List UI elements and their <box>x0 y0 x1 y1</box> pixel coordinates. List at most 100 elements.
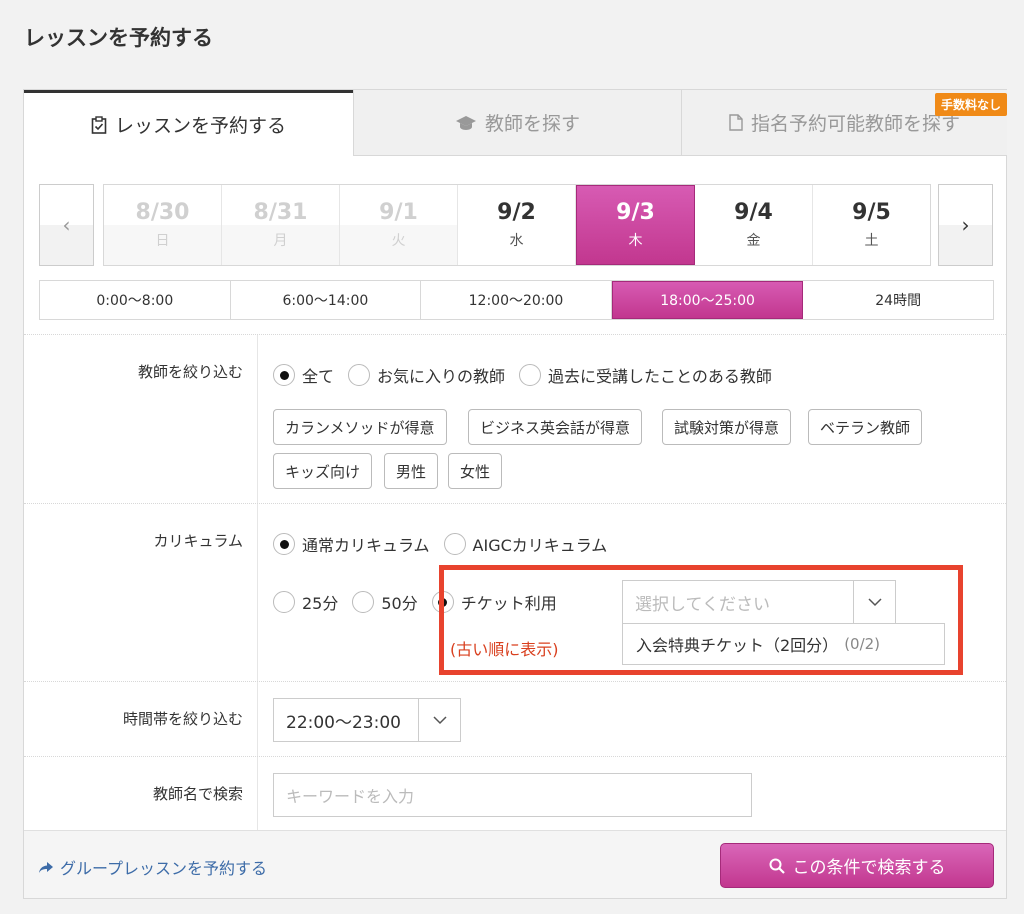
weekday-label: 火 <box>391 233 406 250</box>
clipboard-check-icon <box>91 115 107 134</box>
tab-book-lesson[interactable]: レッスンを予約する <box>24 90 353 156</box>
date-label: 9/4 <box>734 199 773 225</box>
chevron-left-icon: ‹ <box>62 213 71 237</box>
radio-circle <box>273 533 295 555</box>
teacher-filter-radio-label: お気に入りの教師 <box>377 367 506 386</box>
tab-find-teacher-label: 教師を探す <box>484 113 580 135</box>
radio-circle <box>352 591 375 613</box>
teacher-filter-radio[interactable]: お気に入りの教師 <box>348 363 505 387</box>
curriculum-options: 通常カリキュラム AIGCカリキュラム <box>273 532 621 556</box>
order-note: (古い順に表示) <box>450 640 559 659</box>
time-filter-row: 時間帯を絞り込む <box>24 681 1006 756</box>
radio-circle <box>273 364 295 386</box>
curriculum-label: カリキュラム <box>153 532 243 550</box>
ticket-count: (0/2) <box>844 635 881 653</box>
date-label: 8/31 <box>253 199 308 225</box>
weekday-label: 日 <box>155 233 170 250</box>
form-footer: グループレッスンを予約する この条件で検索する <box>24 830 1006 898</box>
graduation-cap-icon <box>455 115 477 131</box>
teacher-name-placeholder: キーワードを入力 <box>286 787 415 806</box>
weekday-label: 水 <box>509 233 524 250</box>
time-filter-select[interactable]: 22:00〜23:00 <box>273 698 461 742</box>
time-filter-label: 時間帯を絞り込む <box>122 710 243 728</box>
duration-radio[interactable]: 25分 <box>273 590 338 614</box>
tab-bar: レッスンを予約する 教師を探す 指名予約可能教師を探す 手数料なし <box>24 90 1007 156</box>
chevron-right-icon: › <box>961 213 970 237</box>
curriculum-radio-label: AIGCカリキュラム <box>472 536 608 555</box>
teacher-filter-radio[interactable]: 全て <box>273 363 334 387</box>
duration-radio-label: 50分 <box>381 594 418 613</box>
time-slot[interactable]: 24時間 <box>803 281 993 319</box>
curriculum-radio-label: 通常カリキュラム <box>302 536 430 555</box>
radio-circle <box>348 364 371 386</box>
next-week-button[interactable]: › <box>938 184 993 266</box>
date-label: 9/1 <box>379 199 418 225</box>
time-slot-selector: 0:00〜8:00 6:00〜14:00 12:00〜20:00 18:00〜25:0… <box>39 280 994 320</box>
time-slot[interactable]: 6:00〜14:00 <box>230 281 422 319</box>
time-slot[interactable]: 18:00〜25:00 <box>611 281 804 319</box>
time-slot[interactable]: 0:00〜8:00 <box>40 281 231 319</box>
teacher-search-label: 教師名で検索 <box>152 785 243 803</box>
ticket-option[interactable]: 入会特典チケット（2回分） (0/2) <box>622 623 945 665</box>
share-arrow-icon <box>38 861 54 874</box>
teacher-filter-options: 全て お気に入りの教師 過去に受講したことのある教師 <box>273 363 786 387</box>
time-slot[interactable]: 12:00〜20:00 <box>421 281 612 319</box>
radio-dot <box>279 370 289 380</box>
date-label: 9/3 <box>616 199 655 225</box>
teacher-filter-radio-label: 過去に受講したことのある教師 <box>548 367 772 386</box>
date-label: 9/2 <box>497 199 536 225</box>
curriculum-radio[interactable]: AIGCカリキュラム <box>443 532 608 556</box>
ticket-option-label: 入会特典チケット（2回分） <box>636 636 839 655</box>
duration-radio[interactable]: 50分 <box>352 590 418 614</box>
radio-circle <box>519 364 542 386</box>
weekday-label: 金 <box>746 233 761 250</box>
teacher-tag[interactable]: 男性 <box>384 453 439 489</box>
teacher-tag[interactable]: キッズ向け <box>273 453 373 489</box>
date-selector: 8/30 日 8/31 月 9/1 火 9/2 水 9/3 木 9/4 金 9/5 土 <box>103 184 931 266</box>
ticket-select-placeholder: 選択してください <box>635 594 770 615</box>
weekday-label: 木 <box>628 233 643 250</box>
radio-circle <box>443 533 466 555</box>
duration-radio-label: 25分 <box>302 594 339 613</box>
teacher-tag[interactable]: 試験対策が得意 <box>662 409 792 445</box>
document-icon <box>729 114 743 131</box>
date-label: 9/5 <box>852 199 891 225</box>
teacher-name-search-input[interactable]: キーワードを入力 <box>273 773 752 817</box>
teacher-filter-radio-label: 全て <box>302 367 335 386</box>
time-filter-value: 22:00〜23:00 <box>286 712 401 733</box>
teacher-tag[interactable]: ベテラン教師 <box>808 409 923 445</box>
teacher-tag[interactable]: カランメソッドが得意 <box>273 409 447 445</box>
teacher-tag[interactable]: ビジネス英会話が得意 <box>468 409 643 445</box>
date-cell: 8/31 月 <box>222 185 340 265</box>
prev-week-button[interactable]: ‹ <box>39 184 94 266</box>
ticket-select[interactable]: 選択してください <box>622 580 896 624</box>
teacher-filter-label: 教師を絞り込む <box>137 363 243 381</box>
date-cell[interactable]: 9/2 水 <box>458 185 576 265</box>
tab-nominate-teacher-label: 指名予約可能教師を探す <box>750 113 960 135</box>
date-cell[interactable]: 9/5 土 <box>813 185 930 265</box>
page-title: レッスンを予約する <box>24 26 213 50</box>
chevron-down-icon <box>853 581 895 623</box>
group-lesson-link-label: グループレッスンを予約する <box>60 859 268 878</box>
booking-card: レッスンを予約する 教師を探す 指名予約可能教師を探す 手数料なし ‹ 8/30… <box>23 89 1007 899</box>
teacher-filter-radio[interactable]: 過去に受講したことのある教師 <box>519 363 772 387</box>
chevron-down-icon <box>418 699 460 741</box>
weekday-label: 土 <box>864 233 879 250</box>
date-cell: 9/1 火 <box>340 185 458 265</box>
date-cell: 8/30 日 <box>104 185 222 265</box>
date-label: 8/30 <box>135 199 190 225</box>
search-icon <box>769 858 785 874</box>
tab-find-teacher[interactable]: 教師を探す <box>353 90 681 156</box>
tab-nominate-teacher[interactable]: 指名予約可能教師を探す 手数料なし <box>681 90 1007 156</box>
teacher-tag[interactable]: 女性 <box>448 453 503 489</box>
radio-dot <box>279 539 289 549</box>
weekday-label: 月 <box>273 233 288 250</box>
date-cell[interactable]: 9/4 金 <box>695 185 813 265</box>
date-cell[interactable]: 9/3 木 <box>576 185 695 265</box>
curriculum-radio[interactable]: 通常カリキュラム <box>273 532 430 556</box>
group-lesson-link[interactable]: グループレッスンを予約する <box>38 855 267 879</box>
tab-book-lesson-label: レッスンを予約する <box>114 115 286 137</box>
search-button[interactable]: この条件で検索する <box>720 843 994 888</box>
search-button-label: この条件で検索する <box>792 858 946 878</box>
no-fee-badge: 手数料なし <box>934 93 1007 116</box>
